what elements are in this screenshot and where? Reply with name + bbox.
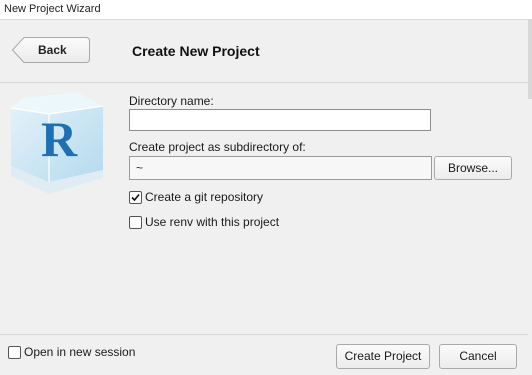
window-edge: [528, 19, 532, 99]
directory-name-input[interactable]: [129, 109, 431, 131]
directory-name-label: Directory name:: [129, 94, 214, 108]
open-new-session-option[interactable]: Open in new session: [8, 345, 158, 361]
cancel-button[interactable]: Cancel: [439, 344, 517, 369]
subdirectory-label: Create project as subdirectory of:: [129, 140, 306, 154]
header-divider: [0, 82, 528, 83]
subdirectory-path-field[interactable]: ~: [129, 156, 432, 180]
cancel-button-label: Cancel: [459, 349, 497, 363]
create-project-button[interactable]: Create Project: [336, 344, 430, 369]
back-button[interactable]: Back: [12, 37, 90, 63]
window-titlebar: New Project Wizard: [0, 0, 532, 20]
window-title: New Project Wizard: [4, 3, 101, 15]
page-title: Create New Project: [132, 43, 260, 59]
git-repo-checkbox[interactable]: [129, 191, 142, 204]
open-new-session-label: Open in new session: [24, 345, 136, 359]
back-button-label: Back: [38, 43, 67, 57]
r-letter: R: [41, 111, 78, 167]
checkmark-icon: [131, 193, 140, 202]
renv-option[interactable]: Use renv with this project: [129, 215, 329, 231]
git-repo-option[interactable]: Create a git repository: [129, 190, 329, 206]
git-repo-label: Create a git repository: [145, 190, 264, 204]
browse-button-label: Browse...: [447, 161, 498, 175]
open-new-session-checkbox[interactable]: [8, 346, 21, 359]
r-logo-icon: R: [10, 92, 104, 194]
renv-checkbox[interactable]: [129, 216, 142, 229]
browse-button[interactable]: Browse...: [434, 156, 512, 180]
create-project-button-label: Create Project: [344, 349, 422, 363]
renv-label: Use renv with this project: [145, 215, 280, 229]
footer-divider: [0, 334, 528, 335]
subdirectory-path-value: ~: [136, 161, 144, 175]
